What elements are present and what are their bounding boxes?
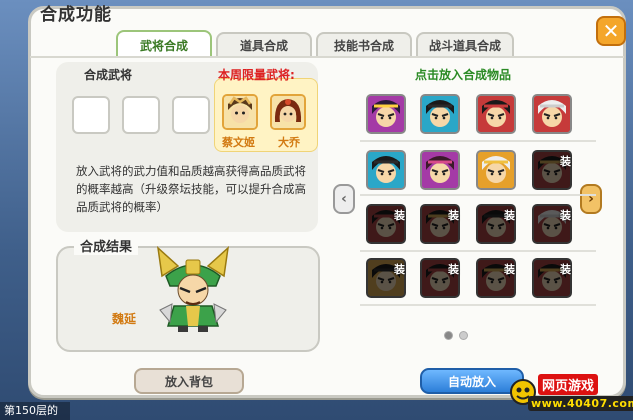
dialog-title: 合成功能	[40, 5, 112, 25]
weekly-limit-label: 本周限量武将:	[218, 68, 295, 82]
hero-face-icon	[478, 206, 514, 242]
hero-face-icon	[272, 96, 304, 128]
close-button[interactable]: ✕	[596, 16, 626, 46]
hero-face-icon	[534, 96, 570, 132]
item-slot[interactable]	[366, 94, 406, 134]
hero-face-icon	[534, 152, 570, 188]
page-dot-1[interactable]	[444, 331, 453, 340]
prev-page-button[interactable]: ‹	[333, 184, 355, 214]
hero-face-icon	[368, 152, 404, 188]
tab-label: 道具合成	[239, 38, 288, 53]
page-indicator	[444, 331, 468, 340]
tab-label: 战斗道具合成	[428, 38, 501, 53]
tab-battle-item-synthesis[interactable]: 战斗道具合成	[416, 32, 514, 56]
tab-item-synthesis[interactable]: 道具合成	[216, 32, 312, 56]
hero-face-icon	[534, 206, 570, 242]
synthesis-description: 放入武将的武力值和品质越高获得高品质武将的概率越高（升级祭坛技能，可以提升合成高…	[76, 164, 306, 214]
item-slot[interactable]	[366, 150, 406, 190]
result-label: 合成结果	[74, 236, 139, 255]
watermark-title: 网页游戏	[538, 374, 599, 395]
hero-slot-1[interactable]	[72, 96, 110, 134]
row-divider	[360, 304, 596, 306]
item-slot[interactable]	[532, 150, 572, 190]
limited-hero-portrait-1[interactable]	[222, 94, 258, 130]
tab-divider	[30, 56, 624, 58]
item-slot[interactable]	[476, 150, 516, 190]
hero-face-icon	[478, 152, 514, 188]
tab-label: 武将合成	[139, 38, 188, 53]
limited-hero-portrait-2[interactable]	[270, 94, 306, 130]
hero-face-icon	[422, 152, 458, 188]
hero-face-icon	[368, 260, 404, 296]
hero-face-icon	[478, 96, 514, 132]
tab-skillbook-synthesis[interactable]: 技能书合成	[316, 32, 412, 56]
synthesis-label: 合成武将	[84, 68, 133, 82]
result-hero-figure	[156, 246, 230, 332]
row-divider	[360, 140, 596, 142]
hero-face-icon	[422, 260, 458, 296]
hero-face-icon	[534, 260, 570, 296]
item-slot[interactable]	[420, 150, 460, 190]
item-slot[interactable]	[420, 204, 460, 244]
item-slot[interactable]	[532, 94, 572, 134]
limited-hero-name-1: 蔡文姬	[222, 136, 255, 149]
hero-face-icon	[478, 260, 514, 296]
watermark-url: www.40407.com	[528, 396, 633, 411]
hero-slot-2[interactable]	[122, 96, 160, 134]
item-slot[interactable]	[476, 204, 516, 244]
row-divider	[360, 250, 596, 252]
put-in-bag-button[interactable]: 放入背包	[134, 368, 244, 394]
hero-face-icon	[368, 96, 404, 132]
site-watermark: 网页游戏 www.40407.com	[508, 370, 633, 420]
floor-label: 第150层的	[0, 402, 70, 420]
row-divider	[360, 194, 596, 196]
limited-hero-name-2: 大乔	[278, 136, 300, 149]
chevron-left-icon: ‹	[341, 191, 347, 207]
items-panel-title: 点击放入合成物品	[415, 68, 512, 82]
item-slot[interactable]	[476, 258, 516, 298]
item-slot[interactable]	[476, 94, 516, 134]
hero-slot-3[interactable]	[172, 96, 210, 134]
tab-hero-synthesis[interactable]: 武将合成	[116, 30, 212, 58]
result-hero-name: 魏延	[112, 312, 137, 326]
hero-face-icon	[224, 96, 256, 128]
hero-face-icon	[422, 206, 458, 242]
page-dot-2[interactable]	[459, 331, 468, 340]
item-slot[interactable]	[366, 258, 406, 298]
item-slot[interactable]	[420, 258, 460, 298]
tab-label: 技能书合成	[333, 38, 394, 53]
close-icon: ✕	[602, 19, 620, 43]
next-page-button[interactable]: ›	[580, 184, 602, 214]
item-slot[interactable]	[420, 94, 460, 134]
item-slot[interactable]	[366, 204, 406, 244]
hero-face-icon	[368, 206, 404, 242]
hero-face-icon	[422, 96, 458, 132]
item-slot[interactable]	[532, 204, 572, 244]
item-slot[interactable]	[532, 258, 572, 298]
